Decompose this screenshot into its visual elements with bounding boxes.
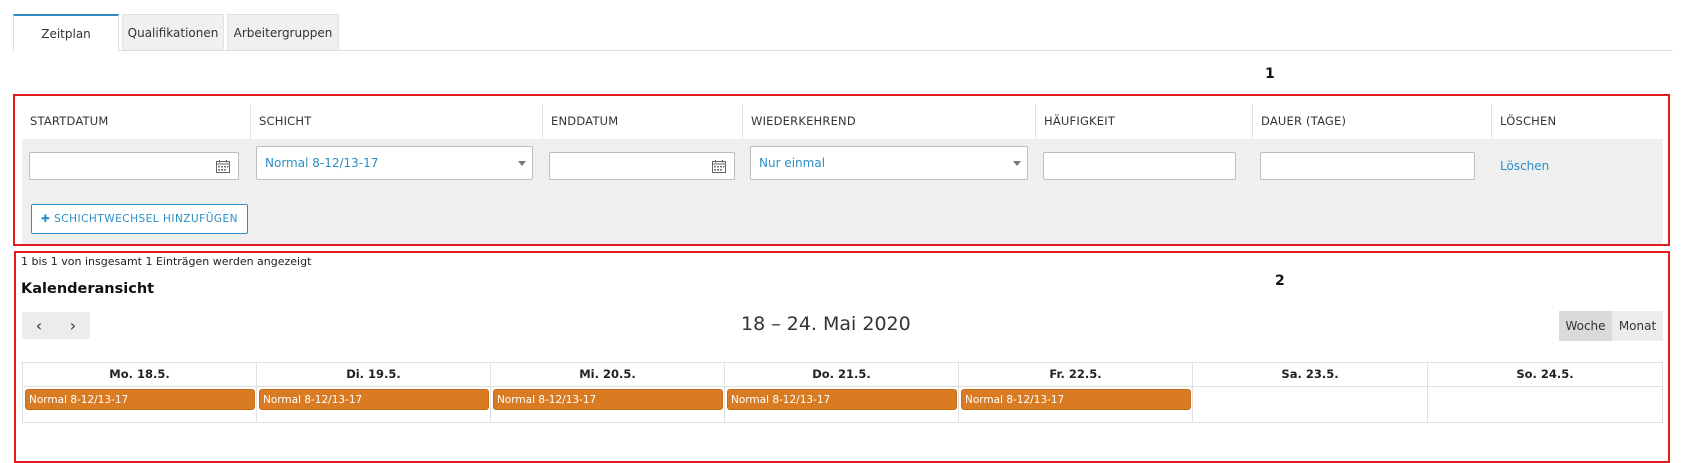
calendar-event[interactable]: Normal 8-12/13-17 xyxy=(493,389,723,410)
week-grid: Mo. 18.5. Di. 19.5. Mi. 20.5. Do. 21.5. … xyxy=(22,362,1663,423)
calendar-event[interactable]: Normal 8-12/13-17 xyxy=(259,389,489,410)
calendar-range-title: 18 – 24. Mai 2020 xyxy=(741,313,911,335)
next-week-button[interactable]: › xyxy=(56,312,90,339)
column-header-startdatum: STARTDATUM xyxy=(22,104,251,139)
day-header: Mo. 18.5. xyxy=(23,363,257,386)
end-date-input[interactable] xyxy=(549,152,735,180)
day-cell[interactable] xyxy=(1428,387,1662,423)
calendar-nav: ‹ › xyxy=(22,312,90,339)
shift-select[interactable]: Normal 8-12/13-17 xyxy=(256,146,533,180)
calendar-event[interactable]: Normal 8-12/13-17 xyxy=(25,389,255,410)
calendar-title: Kalenderansicht xyxy=(21,281,155,297)
day-header: Sa. 23.5. xyxy=(1193,363,1428,386)
calendar-event[interactable]: Normal 8-12/13-17 xyxy=(727,389,957,410)
day-header: So. 24.5. xyxy=(1516,367,1574,381)
calendar-event[interactable]: Normal 8-12/13-17 xyxy=(961,389,1191,410)
column-header-dauer: DAUER (TAGE) xyxy=(1253,104,1492,139)
tab-bar: Zeitplan Qualifikationen Arbeitergruppen xyxy=(13,14,1673,51)
add-shift-change-button[interactable]: ✚ SCHICHTWECHSEL HINZUFÜGEN xyxy=(31,204,248,234)
day-header: Do. 21.5. xyxy=(725,363,959,386)
view-week-button[interactable]: Woche xyxy=(1559,311,1612,341)
start-date-input[interactable] xyxy=(29,152,239,180)
delete-link[interactable]: Löschen xyxy=(1500,159,1549,173)
prev-week-button[interactable]: ‹ xyxy=(22,312,56,339)
annotation-label-2: 2 xyxy=(1275,273,1285,289)
day-cell[interactable] xyxy=(1193,387,1428,423)
column-header-enddatum: ENDDATUM xyxy=(543,104,743,139)
shift-select-value: Normal 8-12/13-17 xyxy=(265,156,379,170)
tab-qualifikationen[interactable]: Qualifikationen xyxy=(122,14,224,50)
chevron-down-icon xyxy=(518,161,526,166)
recurring-select-value: Nur einmal xyxy=(759,156,826,170)
column-header-schicht: SCHICHT xyxy=(251,104,543,139)
calendar-icon[interactable] xyxy=(216,160,230,173)
day-header: Fr. 22.5. xyxy=(959,363,1193,386)
entries-info: 1 bis 1 von insgesamt 1 Einträgen werden… xyxy=(21,255,312,268)
recurring-select[interactable]: Nur einmal xyxy=(750,146,1028,180)
day-header: Mi. 20.5. xyxy=(491,363,725,386)
annotation-box-2 xyxy=(14,251,1670,463)
tab-zeitplan[interactable]: Zeitplan xyxy=(13,14,119,51)
tab-arbeitergruppen[interactable]: Arbeitergruppen xyxy=(227,14,339,50)
column-header-wiederkehrend: WIEDERKEHREND xyxy=(743,104,1036,139)
day-header: Di. 19.5. xyxy=(257,363,491,386)
chevron-right-icon: › xyxy=(69,316,77,335)
column-header-haeufigkeit: HÄUFIGKEIT xyxy=(1036,104,1253,139)
view-switcher: Woche Monat xyxy=(1559,311,1663,341)
shift-table-header: STARTDATUM SCHICHT ENDDATUM WIEDERKEHREN… xyxy=(22,104,1663,139)
column-header-loeschen: LÖSCHEN xyxy=(1500,114,1557,128)
chevron-left-icon: ‹ xyxy=(35,316,43,335)
duration-input[interactable] xyxy=(1260,152,1475,180)
view-month-button[interactable]: Monat xyxy=(1612,311,1663,341)
calendar-icon[interactable] xyxy=(712,160,726,173)
frequency-input[interactable] xyxy=(1043,152,1236,180)
chevron-down-icon xyxy=(1013,161,1021,166)
annotation-label-1: 1 xyxy=(1265,66,1275,82)
